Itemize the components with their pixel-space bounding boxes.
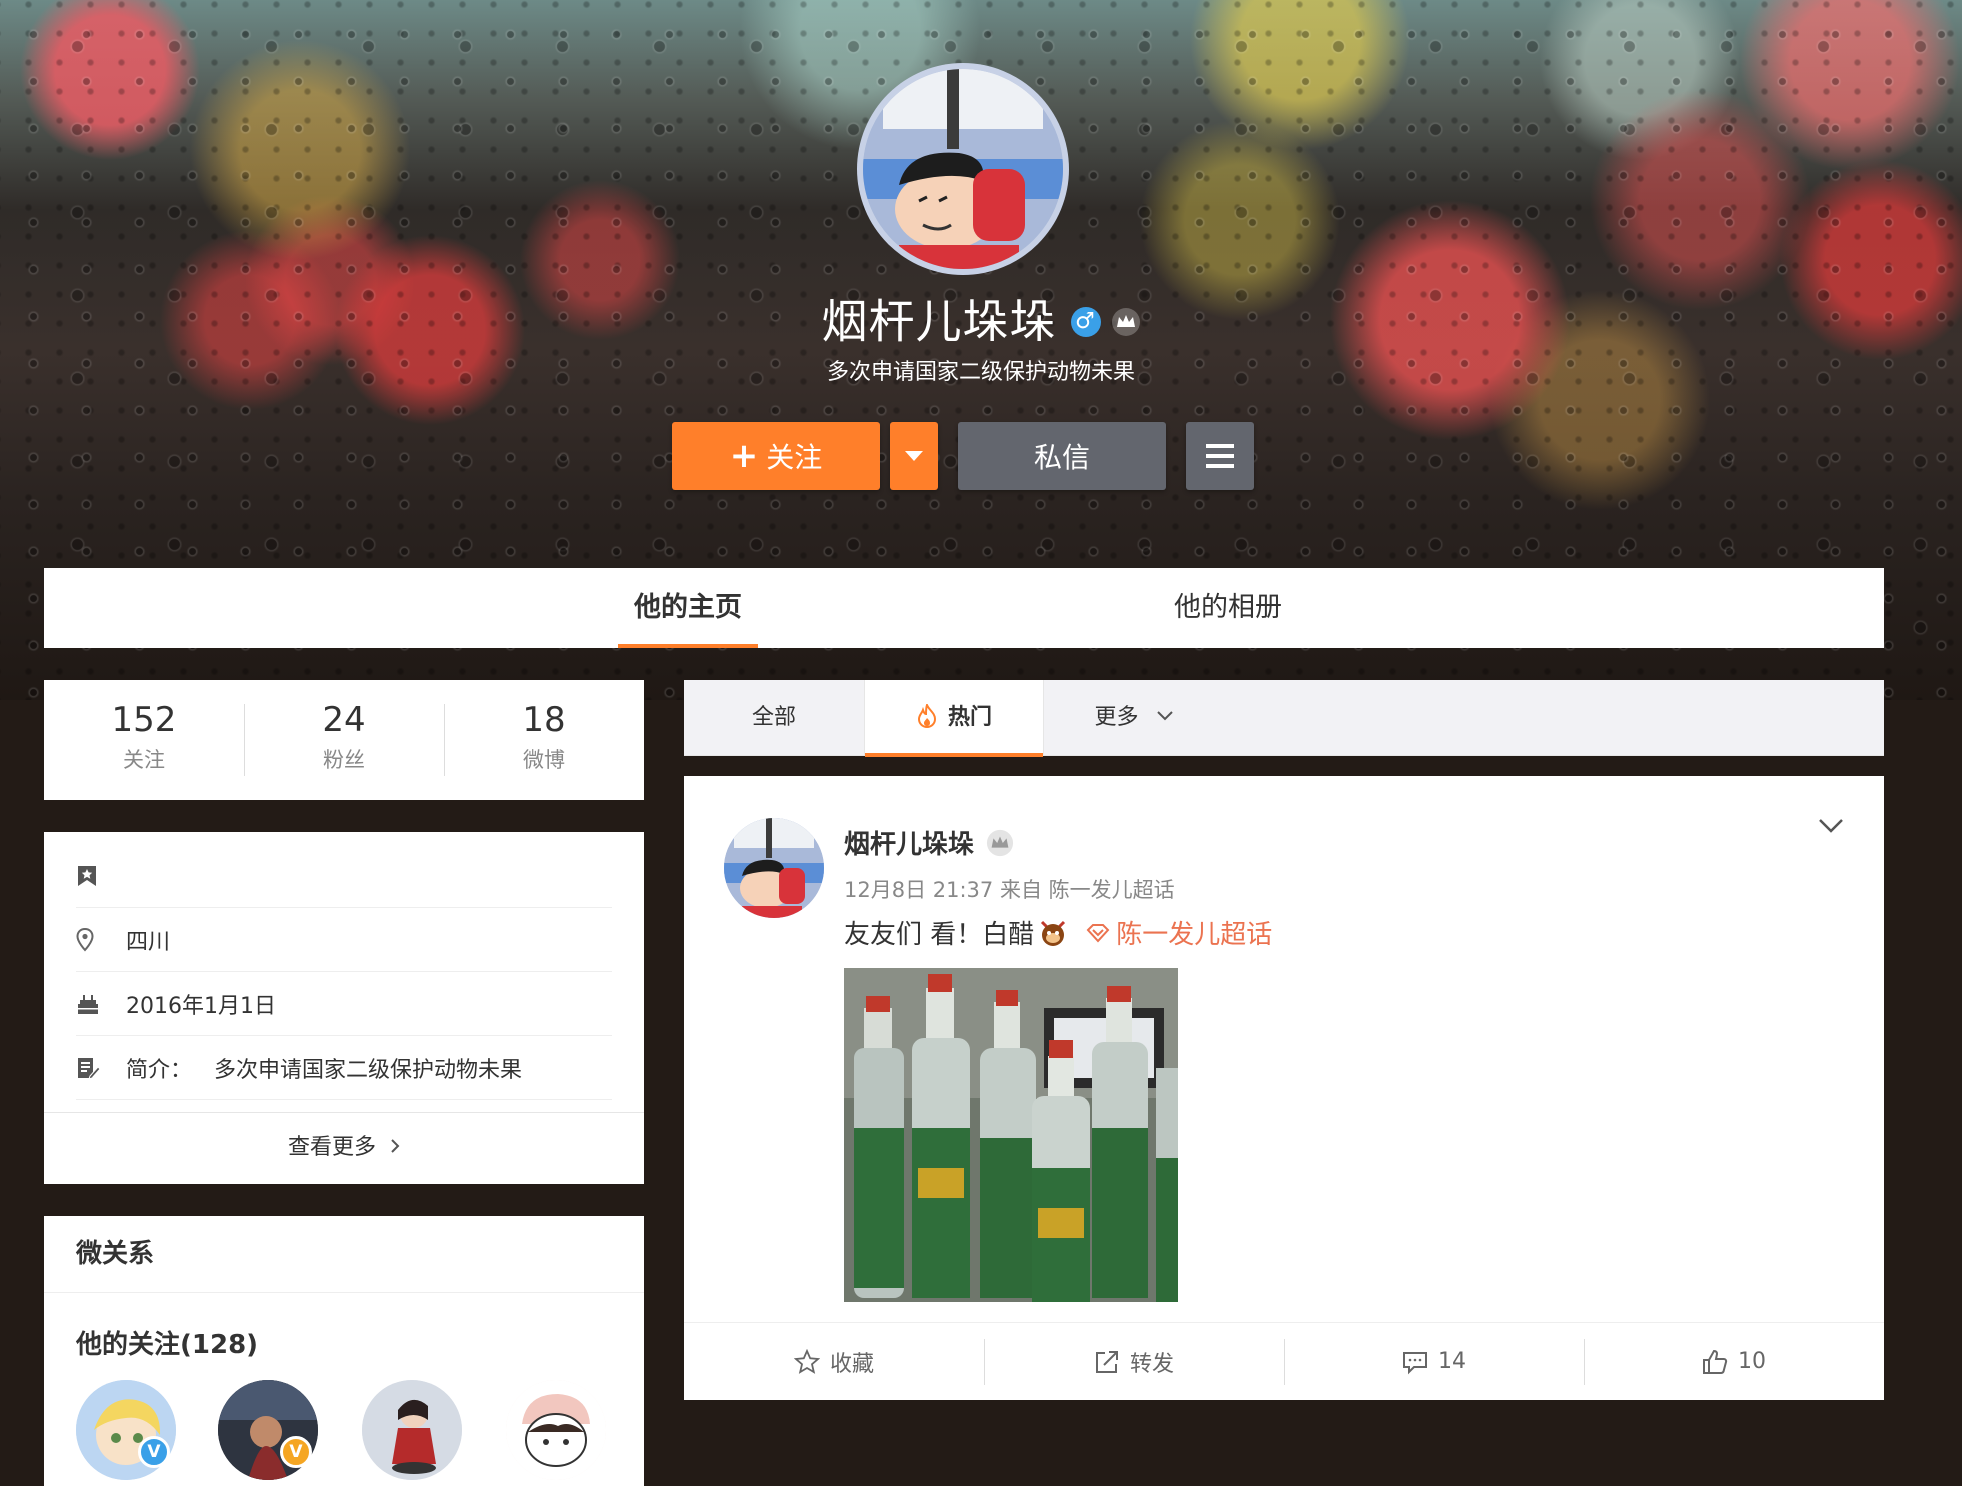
more-menu-button[interactable] (1186, 422, 1254, 490)
stat-value: 152 (111, 700, 177, 740)
chevron-right-icon (390, 1113, 400, 1183)
info-row-intro: 简介： 多次申请国家二级保护动物未果 (76, 1036, 612, 1100)
feed-tabs: 全部 热门 更多 (684, 680, 1884, 757)
star-icon (793, 1348, 820, 1374)
relations-title: 微关系 (76, 1239, 155, 1269)
verified-gold-icon: V (280, 1436, 312, 1468)
repost-label: 转发 (1129, 1351, 1174, 1377)
caret-down-icon (905, 451, 923, 461)
stat-following[interactable]: 152 关注 (44, 680, 244, 800)
post-image[interactable] (844, 968, 1178, 1302)
follow-button[interactable]: + 关注 (672, 422, 880, 490)
favorite-label: 收藏 (829, 1351, 874, 1377)
post-text-row: 友友们 看！白醋 陈一发儿超话 (844, 914, 1272, 951)
repost-button[interactable]: 转发 (984, 1323, 1284, 1400)
comment-icon (1403, 1351, 1427, 1374)
comment-count: 14 (1438, 1349, 1466, 1374)
post-actions: 收藏 转发 14 10 (684, 1322, 1884, 1400)
stat-value: 18 (522, 700, 566, 740)
share-icon (1095, 1350, 1118, 1373)
following-header[interactable]: 他的关注(128) (76, 1324, 258, 1361)
bookmark-star-icon (76, 864, 126, 888)
diamond-topic-icon (1086, 923, 1110, 942)
feed-tab-more[interactable]: 更多 (1054, 680, 1214, 756)
tab-home[interactable]: 他的主页 (618, 568, 758, 648)
menu-icon-bar (1206, 454, 1234, 458)
stat-label: 微博 (523, 748, 565, 772)
info-row-birthday: 2016年1月1日 (76, 972, 612, 1036)
menu-icon-bar (1206, 444, 1234, 448)
info-intro-label: 简介： (126, 1057, 193, 1083)
crown-icon[interactable] (986, 829, 1014, 857)
info-row-level (76, 844, 612, 908)
profile-tabs: 他的主页 他的相册 (44, 568, 1884, 648)
info-row-location: 四川 (76, 908, 612, 972)
info-birthday: 2016年1月1日 (126, 993, 276, 1019)
profile-nickname: 烟杆儿垛垛 (821, 294, 1057, 349)
post-author-name[interactable]: 烟杆儿垛垛 (844, 824, 974, 861)
stat-followers[interactable]: 24 粉丝 (244, 680, 444, 800)
feed-tab-all[interactable]: 全部 (684, 680, 864, 756)
feed-tab-hot[interactable]: 热门 (864, 680, 1044, 757)
post-options-chevron-icon[interactable] (1818, 818, 1844, 838)
feed-tab-more-label: 更多 (1094, 705, 1139, 730)
profile-bio: 多次申请国家二级保护动物未果 (826, 360, 1135, 385)
stat-value: 24 (322, 700, 366, 740)
stat-label: 关注 (123, 748, 165, 772)
birthday-cake-icon (76, 992, 126, 1016)
following-avatar[interactable] (506, 1380, 606, 1480)
post-author-row: 烟杆儿垛垛 (844, 824, 1014, 861)
following-avatar[interactable] (362, 1380, 462, 1480)
message-button-label: 私信 (1033, 441, 1090, 474)
see-more-link[interactable]: 查看更多 (44, 1112, 644, 1184)
post-author-avatar[interactable] (724, 818, 824, 918)
figurine-avatar-image (362, 1380, 462, 1480)
info-card: 四川 2016年1月1日 简介： 多次申请国家二级保护动物未果 查看更多 (44, 832, 644, 1184)
message-button[interactable]: 私信 (958, 422, 1166, 490)
feed-tab-hot-label: 热门 (947, 705, 992, 730)
vinegar-bottles-photo (844, 968, 1178, 1302)
post-card: 烟杆儿垛垛 12月8日 21:37 来自 陈一发儿超话 友友们 看！白醋 陈一发… (684, 776, 1884, 1400)
stat-posts[interactable]: 18 微博 (444, 680, 644, 800)
like-count: 10 (1738, 1349, 1766, 1374)
crown-icon[interactable] (1111, 307, 1141, 337)
profile-avatar[interactable] (857, 63, 1069, 275)
topic-label: 陈一发儿超话 (1116, 920, 1273, 950)
cartoon-girl-avatar-image (506, 1380, 606, 1480)
verified-blue-icon: V (138, 1436, 170, 1468)
follow-dropdown-button[interactable] (890, 422, 938, 490)
follow-button-label: 关注 (766, 441, 823, 474)
profile-nickname-row: 烟杆儿垛垛 ♂ (0, 288, 1962, 349)
see-more-label: 查看更多 (287, 1135, 376, 1160)
comment-button[interactable]: 14 (1284, 1323, 1584, 1400)
post-meta[interactable]: 12月8日 21:37 来自 陈一发儿超话 (844, 874, 1175, 904)
tab-album[interactable]: 他的相册 (1158, 568, 1298, 648)
menu-icon-bar (1206, 464, 1234, 468)
edit-note-icon (76, 1056, 126, 1080)
like-button[interactable]: 10 (1584, 1323, 1884, 1400)
plus-icon: + (729, 436, 759, 476)
profile-page: 烟杆儿垛垛 ♂ 多次申请国家二级保护动物未果 + 关注 私信 他的主页 他的相册 … (0, 0, 1962, 1486)
divider (44, 1292, 644, 1293)
chevron-down-icon (1156, 711, 1173, 721)
info-location: 四川 (126, 929, 171, 955)
favorite-button[interactable]: 收藏 (684, 1323, 984, 1400)
devil-emoji-icon (1041, 920, 1066, 946)
info-intro: 多次申请国家二级保护动物未果 (214, 1057, 523, 1083)
relations-card: 微关系 他的关注(128) (44, 1216, 644, 1486)
location-pin-icon (76, 927, 126, 952)
flame-icon (917, 702, 936, 729)
male-icon: ♂ (1070, 306, 1101, 337)
stat-label: 粉丝 (323, 748, 365, 772)
post-text: 友友们 看！白醋 (844, 920, 1035, 950)
avatar-cartoon-image (724, 818, 824, 918)
thumbs-up-icon (1703, 1349, 1728, 1374)
topic-link[interactable]: 陈一发儿超话 (1086, 914, 1272, 951)
stats-card: 152 关注 24 粉丝 18 微博 (44, 680, 644, 800)
avatar-cartoon-image (863, 69, 1063, 269)
